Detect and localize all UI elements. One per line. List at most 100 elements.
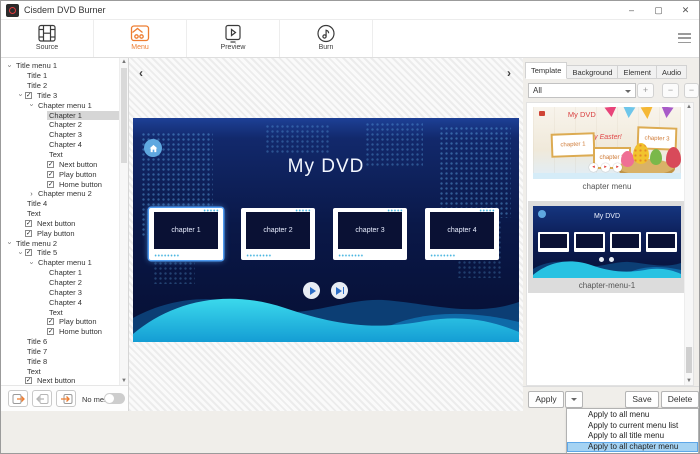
toolbar-preview-button[interactable]: Preview [187,20,280,57]
visibility-checkbox[interactable]: ✓ [47,328,54,335]
tab-element[interactable]: Element [617,65,657,79]
template-card-easter[interactable]: My DVD Happy Easter! chapter 1chapter 2c… [528,107,686,193]
remove-template-button[interactable]: − [662,83,679,98]
menu-item-apply-to-all-menu[interactable]: Apply to all menu [567,410,698,421]
template-filter-select[interactable]: All [528,83,636,98]
tree-item-play-button[interactable]: ✓Play button [1,317,119,327]
scrollbar-thumb[interactable] [121,68,127,163]
scrollbar-thumb[interactable] [686,347,692,373]
visibility-checkbox[interactable]: ✓ [25,249,32,256]
tree-item-title-6[interactable]: Title 6 [1,337,119,347]
menu-item-apply-to-current-menu-list[interactable]: Apply to current menu list [567,421,698,432]
home-button[interactable] [144,139,162,157]
tree-item-title-7[interactable]: Title 7 [1,346,119,356]
visibility-checkbox[interactable]: ✓ [25,92,32,99]
dvd-menu-preview[interactable]: My DVD chapter 1 chapter 2 chapter 3 cha… [133,118,519,342]
tree-item-title-1[interactable]: Title 1 [1,71,119,81]
hamburger-menu-icon[interactable] [678,33,691,43]
chapter-label: chapter 3 [338,212,402,249]
tree-item-chapter-4[interactable]: Chapter 4 [1,297,119,307]
tree-item-title-menu-2[interactable]: ›Title menu 2 [1,238,119,248]
tree-item-chapter-2[interactable]: Chapter 2 [1,120,119,130]
chapter-thumbnail-3[interactable]: chapter 3 [333,208,407,260]
tree-item-title-3[interactable]: ›✓Title 3 [1,91,119,101]
delete-button[interactable]: Delete [661,391,699,408]
no-menu-toggle[interactable] [104,393,125,404]
tree-item-chapter-1[interactable]: Chapter 1 [1,110,119,120]
move-in-button[interactable] [56,390,76,407]
tree-item-title-5[interactable]: ›✓Title 5 [1,248,119,258]
minimize-button[interactable]: – [618,1,645,20]
tree-item-play-button[interactable]: ✓Play button [1,228,119,238]
next-menu-arrow[interactable]: › [507,67,511,79]
toolbar-source-button[interactable]: Source [1,20,94,57]
tree-item-chapter-3[interactable]: Chapter 3 [1,130,119,140]
tree-item-next-button[interactable]: ✓Next button [1,376,119,385]
tree-item-title-2[interactable]: Title 2 [1,81,119,91]
tree-item-chapter-menu-2[interactable]: ›Chapter menu 2 [1,189,119,199]
move-back-button[interactable] [32,390,52,407]
tree-expander-icon[interactable]: › [6,61,14,70]
dvd-menu-title[interactable]: My DVD [133,156,519,178]
maximize-button[interactable]: ▢ [645,1,672,20]
scroll-down-icon[interactable]: ▼ [685,378,693,384]
tree-item-next-button[interactable]: ✓Next button [1,159,119,169]
tree-item-text[interactable]: Text [1,150,119,160]
tree-item-chapter-menu-1[interactable]: ›Chapter menu 1 [1,258,119,268]
move-out-button[interactable] [8,390,28,407]
menu-item-apply-to-all-title-menu[interactable]: Apply to all title menu [567,431,698,442]
tree-item-title-4[interactable]: Title 4 [1,199,119,209]
add-template-button[interactable]: + [637,83,654,98]
chapter-thumbnail-4[interactable]: chapter 4 [425,208,499,260]
visibility-checkbox[interactable]: ✓ [47,318,54,325]
remove-template-button-2[interactable]: − [684,83,699,98]
tab-audio[interactable]: Audio [656,65,687,79]
menu-item-apply-to-all-chapter-menu[interactable]: Apply to all chapter menu [567,442,698,453]
tree-item-chapter-4[interactable]: Chapter 4 [1,140,119,150]
tree-item-chapter-3[interactable]: Chapter 3 [1,287,119,297]
visibility-checkbox[interactable]: ✓ [25,230,32,237]
tree-item-title-8[interactable]: Title 8 [1,356,119,366]
visibility-checkbox[interactable]: ✓ [47,181,54,188]
prev-menu-arrow[interactable]: ‹ [139,67,143,79]
tree-item-chapter-1[interactable]: Chapter 1 [1,268,119,278]
scroll-up-icon[interactable]: ▲ [120,59,128,65]
tree-item-home-button[interactable]: ✓Home button [1,327,119,337]
tree-expander-icon[interactable]: › [6,239,14,248]
tree-item-text[interactable]: Text [1,209,119,219]
tree-item-home-button[interactable]: ✓Home button [1,179,119,189]
apply-button[interactable]: Apply [528,391,564,408]
tree-item-play-button[interactable]: ✓Play button [1,169,119,179]
tree-expander-icon[interactable]: › [27,190,36,198]
template-card-selected[interactable]: My DVD chapter-menu-1 [528,201,686,293]
tree-item-chapter-2[interactable]: Chapter 2 [1,278,119,288]
chapter-thumbnail-1[interactable]: chapter 1 [149,208,223,260]
tree-expander-icon[interactable]: › [28,101,36,110]
save-button[interactable]: Save [625,391,659,408]
scroll-up-icon[interactable]: ▲ [685,104,693,110]
tree-item-text[interactable]: Text [1,366,119,376]
toolbar-burn-button[interactable]: Burn [280,20,373,57]
toolbar-menu-button[interactable]: Menu [94,20,187,57]
tree-expander-icon[interactable]: › [17,248,25,257]
easter-template-thumbnail[interactable]: My DVD Happy Easter! chapter 1chapter 2c… [533,107,681,179]
tree-item-text[interactable]: Text [1,307,119,317]
visibility-checkbox[interactable]: ✓ [47,161,54,168]
tree-expander-icon[interactable]: › [17,91,25,100]
template-list-scrollbar[interactable]: ▲ ▼ [684,103,693,385]
visibility-checkbox[interactable]: ✓ [47,171,54,178]
tab-template[interactable]: Template [525,62,567,79]
visibility-checkbox[interactable]: ✓ [25,220,32,227]
chapter-thumbnail-2[interactable]: chapter 2 [241,208,315,260]
navy-template-thumbnail[interactable]: My DVD [533,206,681,278]
tree-item-chapter-menu-1[interactable]: ›Chapter menu 1 [1,100,119,110]
close-button[interactable]: ✕ [672,1,699,20]
scroll-down-icon[interactable]: ▼ [120,378,128,384]
tree-item-next-button[interactable]: ✓Next button [1,219,119,229]
apply-dropdown-button[interactable] [565,391,583,408]
tree-expander-icon[interactable]: › [28,258,36,267]
tree-item-title-menu-1[interactable]: ›Title menu 1 [1,61,119,71]
tree-scrollbar[interactable]: ▲ ▼ [119,58,128,385]
visibility-checkbox[interactable]: ✓ [25,377,32,384]
tab-background[interactable]: Background [566,65,618,79]
